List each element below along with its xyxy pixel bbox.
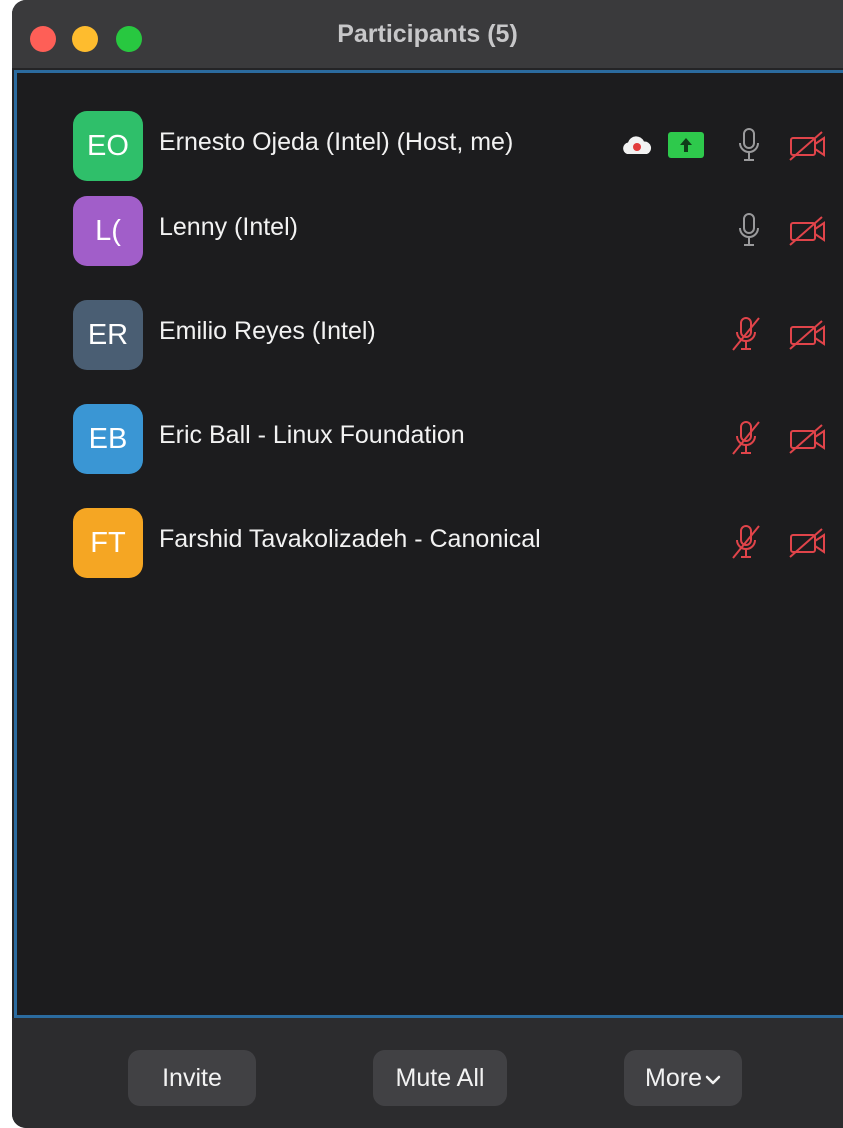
window-title: Participants (5) [337, 20, 518, 48]
participant-list[interactable]: EO Ernesto Ojeda (Intel) (Host, me) L( L… [14, 70, 843, 1018]
avatar: L( [73, 196, 143, 266]
participant-row[interactable]: ER Emilio Reyes (Intel) [17, 294, 843, 374]
participants-window: Participants (5) EO Ernesto Ojeda (Intel… [12, 0, 843, 1128]
microphone-muted-icon[interactable] [729, 523, 763, 561]
more-button[interactable]: More [624, 1050, 742, 1106]
microphone-muted-icon[interactable] [729, 419, 763, 457]
share-screen-icon [668, 132, 704, 158]
chevron-down-icon [705, 1064, 721, 1093]
microphone-muted-icon[interactable] [729, 315, 763, 353]
video-off-icon[interactable] [788, 130, 828, 162]
microphone-icon[interactable] [737, 127, 761, 163]
avatar: FT [73, 508, 143, 578]
avatar: EB [73, 404, 143, 474]
microphone-icon[interactable] [737, 212, 761, 248]
cloud-recording-icon [621, 134, 653, 156]
video-off-icon[interactable] [788, 527, 828, 559]
avatar: ER [73, 300, 143, 370]
video-off-icon[interactable] [788, 215, 828, 247]
participant-name: Emilio Reyes (Intel) [159, 317, 376, 345]
video-off-icon[interactable] [788, 319, 828, 351]
more-button-label: More [645, 1063, 702, 1092]
participant-name: Farshid Tavakolizadeh - Canonical [159, 525, 541, 553]
participant-name: Ernesto Ojeda (Intel) (Host, me) [159, 128, 514, 156]
participant-name: Lenny (Intel) [159, 213, 298, 241]
video-off-icon[interactable] [788, 423, 828, 455]
invite-button[interactable]: Invite [128, 1050, 256, 1106]
participant-row[interactable]: EB Eric Ball - Linux Foundation [17, 398, 843, 478]
participant-row[interactable]: FT Farshid Tavakolizadeh - Canonical [17, 502, 843, 582]
avatar: EO [73, 111, 143, 181]
participant-name: Eric Ball - Linux Foundation [159, 421, 465, 449]
title-bar[interactable]: Participants (5) [12, 0, 843, 68]
mute-all-button[interactable]: Mute All [373, 1050, 507, 1106]
footer-toolbar: Invite Mute All More [12, 1018, 843, 1128]
participant-row[interactable]: EO Ernesto Ojeda (Intel) (Host, me) [17, 105, 843, 185]
participant-row[interactable]: L( Lenny (Intel) [17, 190, 843, 270]
